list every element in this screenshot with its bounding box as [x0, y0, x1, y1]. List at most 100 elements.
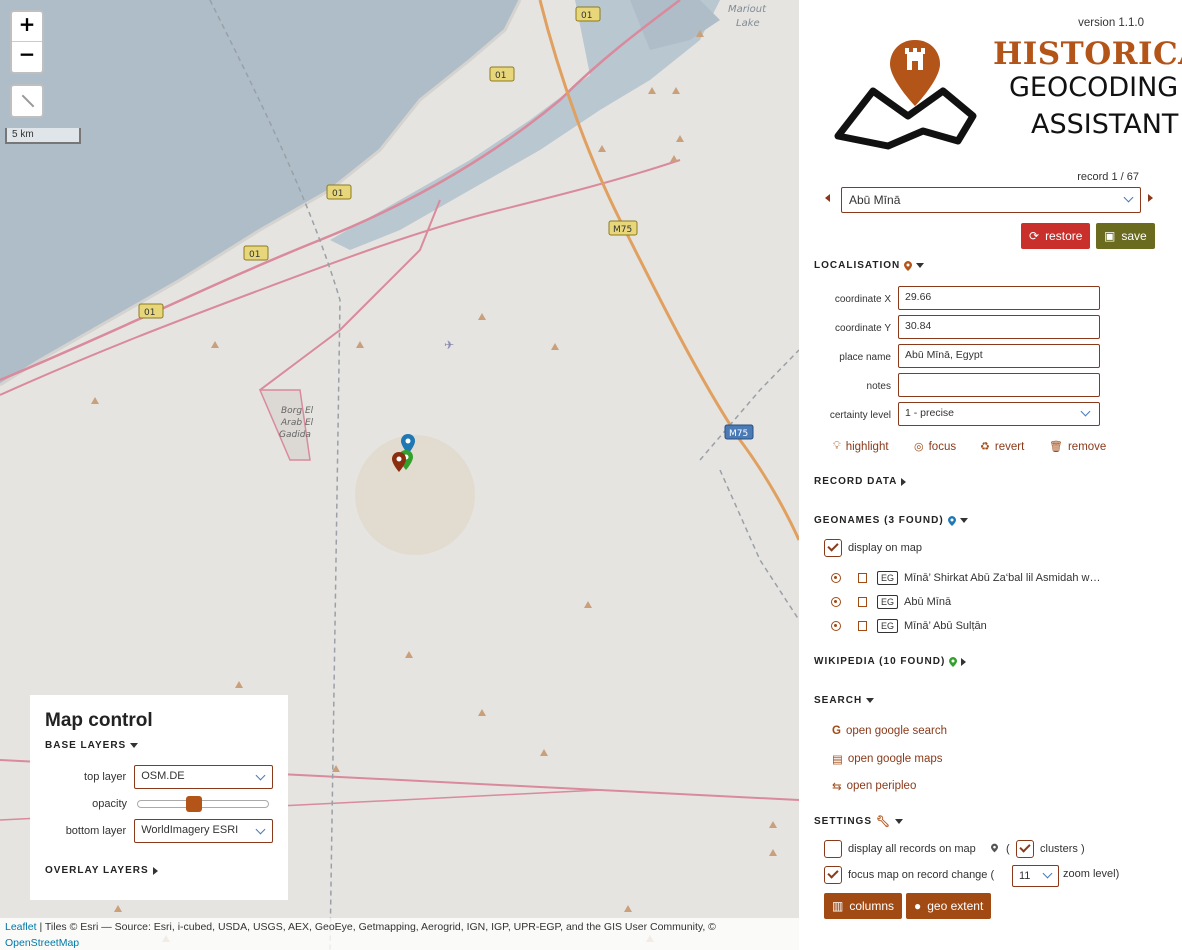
- wrench-icon: 🔧︎: [876, 816, 891, 828]
- caret-right-icon: [152, 866, 158, 875]
- geoname-name[interactable]: Abū Mīnā: [904, 596, 951, 608]
- zoom-level-value: 11: [1019, 870, 1031, 882]
- restore-button[interactable]: ⟳ restore: [1021, 223, 1091, 249]
- bottom-layer-label: bottom layer: [65, 825, 127, 837]
- remove-action[interactable]: 🗑︎ remove: [1049, 440, 1107, 454]
- overlay-layers-toggle[interactable]: OVERLAY LAYERS: [45, 865, 273, 876]
- columns-icon: ▥: [832, 899, 844, 913]
- display-all-records-label: display all records on map: [848, 843, 976, 855]
- certainty-level-select[interactable]: 1 - precise: [898, 402, 1100, 426]
- logo-line-3: ASSISTANT: [1031, 109, 1179, 140]
- peripleo-label: open peripleo: [846, 780, 917, 792]
- columns-label: columns: [849, 899, 895, 913]
- chevron-down-icon: [1123, 192, 1134, 203]
- refresh-icon: ⟳: [1029, 229, 1040, 243]
- display-all-records-checkbox[interactable]: [824, 840, 842, 858]
- settings-toggle[interactable]: SETTINGS 🔧︎: [814, 815, 903, 828]
- display-on-map-checkbox[interactable]: [824, 539, 842, 557]
- coordinate-y-label: coordinate Y: [835, 323, 891, 334]
- map-view[interactable]: 01 01 01 01 01 M75 M75 Mariout Lake Borg…: [0, 0, 799, 950]
- focus-icon[interactable]: [831, 621, 841, 631]
- lightbulb-icon: 💡︎: [833, 440, 841, 452]
- coordinate-x-field[interactable]: 29.66: [898, 286, 1100, 310]
- coordinate-x-label: coordinate X: [834, 294, 891, 305]
- logo-line-1: HISTORICAL: [993, 36, 1182, 72]
- map-icon: ▤: [832, 754, 843, 766]
- top-layer-select[interactable]: OSM.DE: [134, 765, 273, 789]
- zoom-level-select[interactable]: 11: [1012, 865, 1059, 887]
- google-maps-link[interactable]: ▤ open google maps: [832, 752, 943, 766]
- columns-button[interactable]: ▥ columns: [824, 893, 903, 919]
- map-pin-icon: [949, 656, 958, 667]
- focus-map-label: focus map on record change (: [848, 869, 995, 881]
- focus-icon[interactable]: [831, 573, 841, 583]
- google-icon: G: [832, 725, 841, 737]
- floppy-icon[interactable]: [858, 573, 867, 583]
- wikipedia-toggle[interactable]: WIKIPEDIA (10 FOUND): [814, 656, 967, 667]
- opacity-slider[interactable]: [137, 796, 269, 812]
- floppy-icon[interactable]: [858, 621, 867, 631]
- country-badge: EG: [877, 619, 899, 633]
- remove-label: remove: [1067, 440, 1107, 453]
- focus-map-checkbox[interactable]: [824, 866, 842, 884]
- google-search-link[interactable]: G open google search: [832, 725, 947, 737]
- opacity-slider-handle[interactable]: [186, 796, 202, 812]
- next-record-icon[interactable]: [1148, 194, 1153, 202]
- map-pin-logo-icon: [834, 40, 977, 150]
- zoom-control: + −: [10, 10, 44, 74]
- caret-down-icon: [916, 263, 925, 268]
- notes-field[interactable]: [898, 373, 1100, 397]
- geo-extent-button[interactable]: ● geo extent: [906, 893, 992, 919]
- svg-text:Lake: Lake: [736, 18, 760, 29]
- record-select-value: Abū Mīnā: [849, 193, 901, 207]
- revert-action[interactable]: ♻ revert: [980, 440, 1024, 454]
- caret-down-icon: [959, 518, 968, 523]
- ruler-icon: [21, 94, 35, 108]
- measure-button[interactable]: [10, 84, 44, 118]
- top-layer-label: top layer: [84, 771, 127, 783]
- zoom-in-button[interactable]: +: [12, 12, 42, 42]
- peripleo-link[interactable]: ⇆ open peripleo: [832, 779, 916, 793]
- map-control-title: Map control: [45, 710, 153, 731]
- map-pin-icon: [904, 260, 913, 271]
- geonames-toggle[interactable]: GEONAMES (3 FOUND): [814, 515, 968, 526]
- focus-icon[interactable]: [831, 597, 841, 607]
- focus-action[interactable]: ◎ focus: [914, 440, 957, 454]
- bottom-layer-select[interactable]: WorldImagery ESRI: [134, 819, 273, 843]
- google-maps-label: open google maps: [847, 753, 943, 765]
- geoname-name[interactable]: Mīnā’ Shirkat Abū Za‘bal lil Asmidah w…: [904, 572, 1100, 584]
- certainty-level-label: certainty level: [829, 410, 891, 421]
- chevron-down-icon: [255, 770, 266, 781]
- zoom-out-button[interactable]: −: [12, 42, 42, 72]
- svg-text:M75: M75: [613, 225, 632, 235]
- caret-down-icon: [894, 819, 903, 824]
- record-data-toggle[interactable]: RECORD DATA: [814, 476, 907, 487]
- openstreetmap-link[interactable]: OpenStreetMap: [5, 937, 79, 949]
- search-toggle[interactable]: SEARCH: [814, 695, 875, 706]
- geoname-name[interactable]: Mīnā’ Abū Sulṭān: [904, 620, 987, 632]
- display-on-map-label: display on map: [848, 542, 922, 554]
- red-marker-icon[interactable]: [392, 452, 406, 472]
- record-count: record 1 / 67: [1077, 171, 1139, 183]
- caret-right-icon: [961, 657, 967, 666]
- record-select[interactable]: Abū Mīnā: [841, 187, 1141, 213]
- highlight-action[interactable]: 💡︎ highlight: [833, 440, 889, 453]
- floppy-icon[interactable]: [858, 597, 867, 607]
- svg-text:✈: ✈: [444, 338, 454, 352]
- leaflet-link[interactable]: Leaflet: [5, 921, 37, 933]
- localisation-toggle[interactable]: LOCALISATION: [814, 260, 925, 271]
- svg-text:Gadida: Gadida: [279, 430, 311, 440]
- save-label: save: [1121, 229, 1147, 243]
- clusters-checkbox[interactable]: [1016, 840, 1034, 858]
- save-button[interactable]: ▣ save: [1096, 223, 1155, 249]
- notes-label: notes: [866, 381, 891, 392]
- focus-label: focus: [928, 440, 957, 453]
- previous-record-icon[interactable]: [825, 194, 830, 202]
- place-name-field[interactable]: Abū Mīnā, Egypt: [898, 344, 1100, 368]
- svg-text:01: 01: [581, 11, 592, 21]
- coordinate-y-field[interactable]: 30.84: [898, 315, 1100, 339]
- settings-heading: SETTINGS: [814, 816, 873, 827]
- base-layers-toggle[interactable]: BASE LAYERS: [45, 740, 273, 751]
- attribution-text: | Tiles © Esri — Source: Esri, i-cubed, …: [36, 921, 716, 933]
- caret-down-icon: [130, 743, 139, 748]
